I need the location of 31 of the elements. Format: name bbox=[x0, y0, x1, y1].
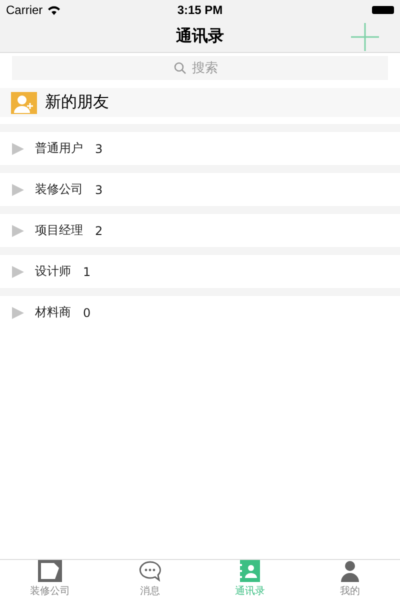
wifi-icon bbox=[46, 5, 61, 15]
group-row[interactable]: 普通用户 3 bbox=[0, 132, 400, 165]
search-icon bbox=[174, 62, 186, 74]
group-row[interactable]: 装修公司 3 bbox=[0, 173, 400, 206]
group-name: 普通用户 bbox=[35, 140, 83, 157]
battery-icon bbox=[372, 6, 394, 14]
group-name: 装修公司 bbox=[35, 181, 83, 198]
tab-button[interactable]: 我的 bbox=[300, 560, 400, 600]
person-icon bbox=[340, 560, 360, 582]
tab-button[interactable]: 消息 bbox=[100, 560, 200, 600]
page-title: 通讯录 bbox=[176, 26, 224, 46]
add-contact-icon bbox=[11, 92, 37, 114]
group-name: 材料商 bbox=[35, 304, 71, 321]
search-field[interactable]: 搜索 bbox=[192, 60, 226, 76]
new-friends-label: 新的朋友 bbox=[45, 92, 109, 113]
new-friends-row[interactable]: 新的朋友 bbox=[0, 88, 400, 117]
tab-button[interactable]: 装修公司 bbox=[0, 560, 100, 600]
group-count: 1 bbox=[83, 264, 91, 278]
group-row[interactable]: 项目经理 2 bbox=[0, 214, 400, 247]
group-row[interactable]: 材料商 0 bbox=[0, 296, 400, 329]
carrier-label: Carrier bbox=[6, 3, 43, 17]
group-row[interactable]: 设计师 1 bbox=[0, 255, 400, 288]
group-count: 0 bbox=[83, 306, 91, 320]
group-name: 项目经理 bbox=[35, 222, 83, 239]
add-icon[interactable] bbox=[350, 23, 380, 51]
clock-time: 3:15 PM bbox=[177, 3, 223, 17]
group-count: 2 bbox=[95, 224, 103, 238]
chat-bubble-icon bbox=[138, 560, 162, 582]
group-name: 设计师 bbox=[35, 263, 71, 280]
group-count: 3 bbox=[95, 142, 103, 156]
group-count: 3 bbox=[95, 182, 103, 196]
